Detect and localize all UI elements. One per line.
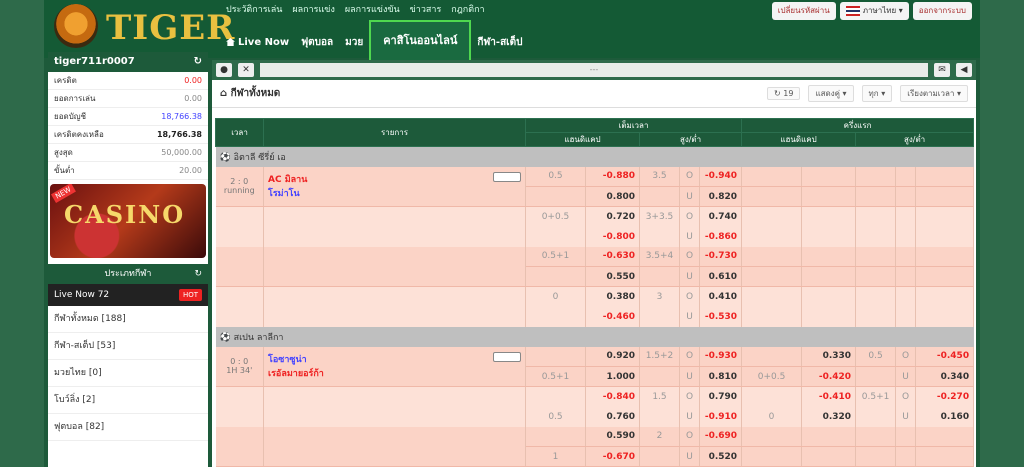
col-fulltime: เต็มเวลา <box>524 118 743 133</box>
account-row: ยอดบัญชี 18,766.38 <box>48 108 208 126</box>
league-row[interactable]: ⚽ อิตาลี ซีรี่ย์ เอ <box>215 146 974 167</box>
sidebar-item-bowling[interactable]: โบว์ลิ่ง [2] <box>48 387 208 414</box>
username: tiger711r0007 <box>54 56 135 67</box>
account-row: เครดิต 0.00 <box>48 72 208 90</box>
tiger-logo-icon <box>54 4 98 48</box>
language-select[interactable]: ภาษาไทย ▾ <box>839 2 909 20</box>
table-row: 0 : 0 1H 34' โอซาซูน่า เรอัลมายอร์ก้า 0.92… <box>215 346 975 387</box>
logo-text: TIGER <box>106 8 236 48</box>
sidebar-item-step[interactable]: กีฬา-สเต็ป [53] <box>48 333 208 360</box>
tab-casino-online[interactable]: คาสิโนออนไลน์ <box>369 20 472 62</box>
top-nav: ประวัติการเล่น ผลการแข่ง ผลการแข่งขัน ข่… <box>226 2 485 16</box>
home-icon <box>226 38 235 46</box>
mail-icon[interactable]: ✉ <box>934 63 950 77</box>
casino-banner[interactable]: NEW CASINO <box>50 184 206 258</box>
table-row: 2 : 0 running AC มิลาน โรม่าโน 0.5 -0.880 3.… <box>215 166 975 207</box>
change-password-button[interactable]: เปลี่ยนรหัสผ่าน <box>771 2 836 20</box>
main-content: ● ✕ --- ✉ ◀ ⌂ กีฬาทั้งหมด ↻ 19 แสดงคู่ ▾… <box>212 60 976 467</box>
filter-all[interactable]: ทุก ▾ <box>861 85 893 102</box>
tab-football[interactable]: ฟุตบอล <box>295 28 339 58</box>
logo[interactable]: TIGER <box>48 2 234 50</box>
toolbar: ● ✕ --- ✉ ◀ <box>212 60 976 80</box>
odds-table: เวลา รายการ เต็มเวลา ครึ่งแรก แฮนดิแคป ส… <box>215 118 975 467</box>
topnav-news[interactable]: ข่าวสาร <box>410 2 442 16</box>
tab-sports-step[interactable]: กีฬา-สเต็ป <box>471 28 528 58</box>
account-row: เครดิตคงเหลือ 18,766.38 <box>48 126 208 144</box>
page-title: ⌂ กีฬาทั้งหมด <box>220 88 281 99</box>
tab-live-now[interactable]: Live Now <box>220 28 295 58</box>
table-row: 0 0.380 3 O 0.410 <box>215 286 975 327</box>
logout-button[interactable]: ออกจากระบบ <box>912 2 972 20</box>
sidebar: tiger711r0007 ↻ เครดิต 0.00 ยอดการเล่น 0.0… <box>48 52 208 467</box>
page-bar: ⌂ กีฬาทั้งหมด ↻ 19 แสดงคู่ ▾ ทุก ▾ เรียง… <box>212 80 976 108</box>
sidebar-item-all-sports[interactable]: กีฬาทั้งหมด [188] <box>48 306 208 333</box>
filter-display[interactable]: แสดงคู่ ▾ <box>808 85 854 102</box>
col-firsthalf: ครึ่งแรก <box>741 118 975 133</box>
account-header: tiger711r0007 ↻ <box>48 52 208 72</box>
header: TIGER ประวัติการเล่น ผลการแข่ง ผลการแข่ง… <box>44 0 980 62</box>
tv-icon[interactable] <box>493 172 521 183</box>
casino-banner-text: CASINO <box>64 200 186 229</box>
topnav-match-results[interactable]: ผลการแข่งขัน <box>345 2 400 16</box>
sidebar-item-muay-thai[interactable]: มวยไทย [0] <box>48 360 208 387</box>
table-row: 0.590 2 O -0.690 <box>215 426 975 467</box>
hot-badge: HOT <box>178 289 202 301</box>
page-frame: TIGER ประวัติการเล่น ผลการแข่ง ผลการแข่ง… <box>44 0 980 467</box>
sidebar-item-football[interactable]: ฟุตบอล [82] <box>48 414 208 441</box>
col-event: รายการ <box>263 118 526 147</box>
table-row: 0.5+1 -0.630 3.5+4 O -0.730 <box>215 246 975 287</box>
expand-icon[interactable]: ✕ <box>238 63 254 77</box>
refresh-icon[interactable]: ↻ <box>194 264 202 284</box>
refresh-icon[interactable]: ↻ <box>194 52 202 72</box>
collapse-icon[interactable]: ◀ <box>956 63 972 77</box>
refresh-button[interactable]: ↻ 19 <box>767 87 801 100</box>
main-nav: Live Now ฟุตบอล มวย คาสิโนออนไลน์ กีฬา-ส… <box>220 20 528 62</box>
account-row: ขั้นต่ำ 20.00 <box>48 162 208 180</box>
live-now-label: Live Now 72 <box>54 290 110 300</box>
table-row: 0+0.5 0.720 3+3.5 O 0.740 <box>215 206 975 247</box>
topnav-rules[interactable]: กฎกติกา <box>451 2 484 16</box>
account-row: ยอดการเล่น 0.00 <box>48 90 208 108</box>
topnav-history[interactable]: ประวัติการเล่น <box>226 2 282 16</box>
top-right-actions: เปลี่ยนรหัสผ่าน ภาษาไทย ▾ ออกจากระบบ <box>771 2 972 20</box>
thai-flag-icon <box>845 5 860 16</box>
tab-boxing[interactable]: มวย <box>339 28 369 58</box>
sports-menu-header: ประเภทกีฬา ↻ <box>48 264 208 284</box>
news-ticker: --- <box>260 63 928 77</box>
live-now-item[interactable]: Live Now 72 HOT <box>48 284 208 306</box>
account-row: สูงสุด 50,000.00 <box>48 144 208 162</box>
header-row: เวลา รายการ เต็มเวลา ครึ่งแรก <box>215 118 975 147</box>
col-time: เวลา <box>215 118 264 147</box>
tv-icon[interactable] <box>493 352 521 363</box>
league-row[interactable]: ⚽ สเปน ลาลีกา <box>215 326 974 347</box>
table-row: -0.840 1.5 O 0.790 -0.410 0.5+1 O -0.270 <box>215 386 975 427</box>
topnav-results[interactable]: ผลการแข่ง <box>292 2 334 16</box>
filter-sort[interactable]: เรียงตามเวลา ▾ <box>900 85 968 102</box>
play-icon[interactable]: ● <box>216 63 232 77</box>
